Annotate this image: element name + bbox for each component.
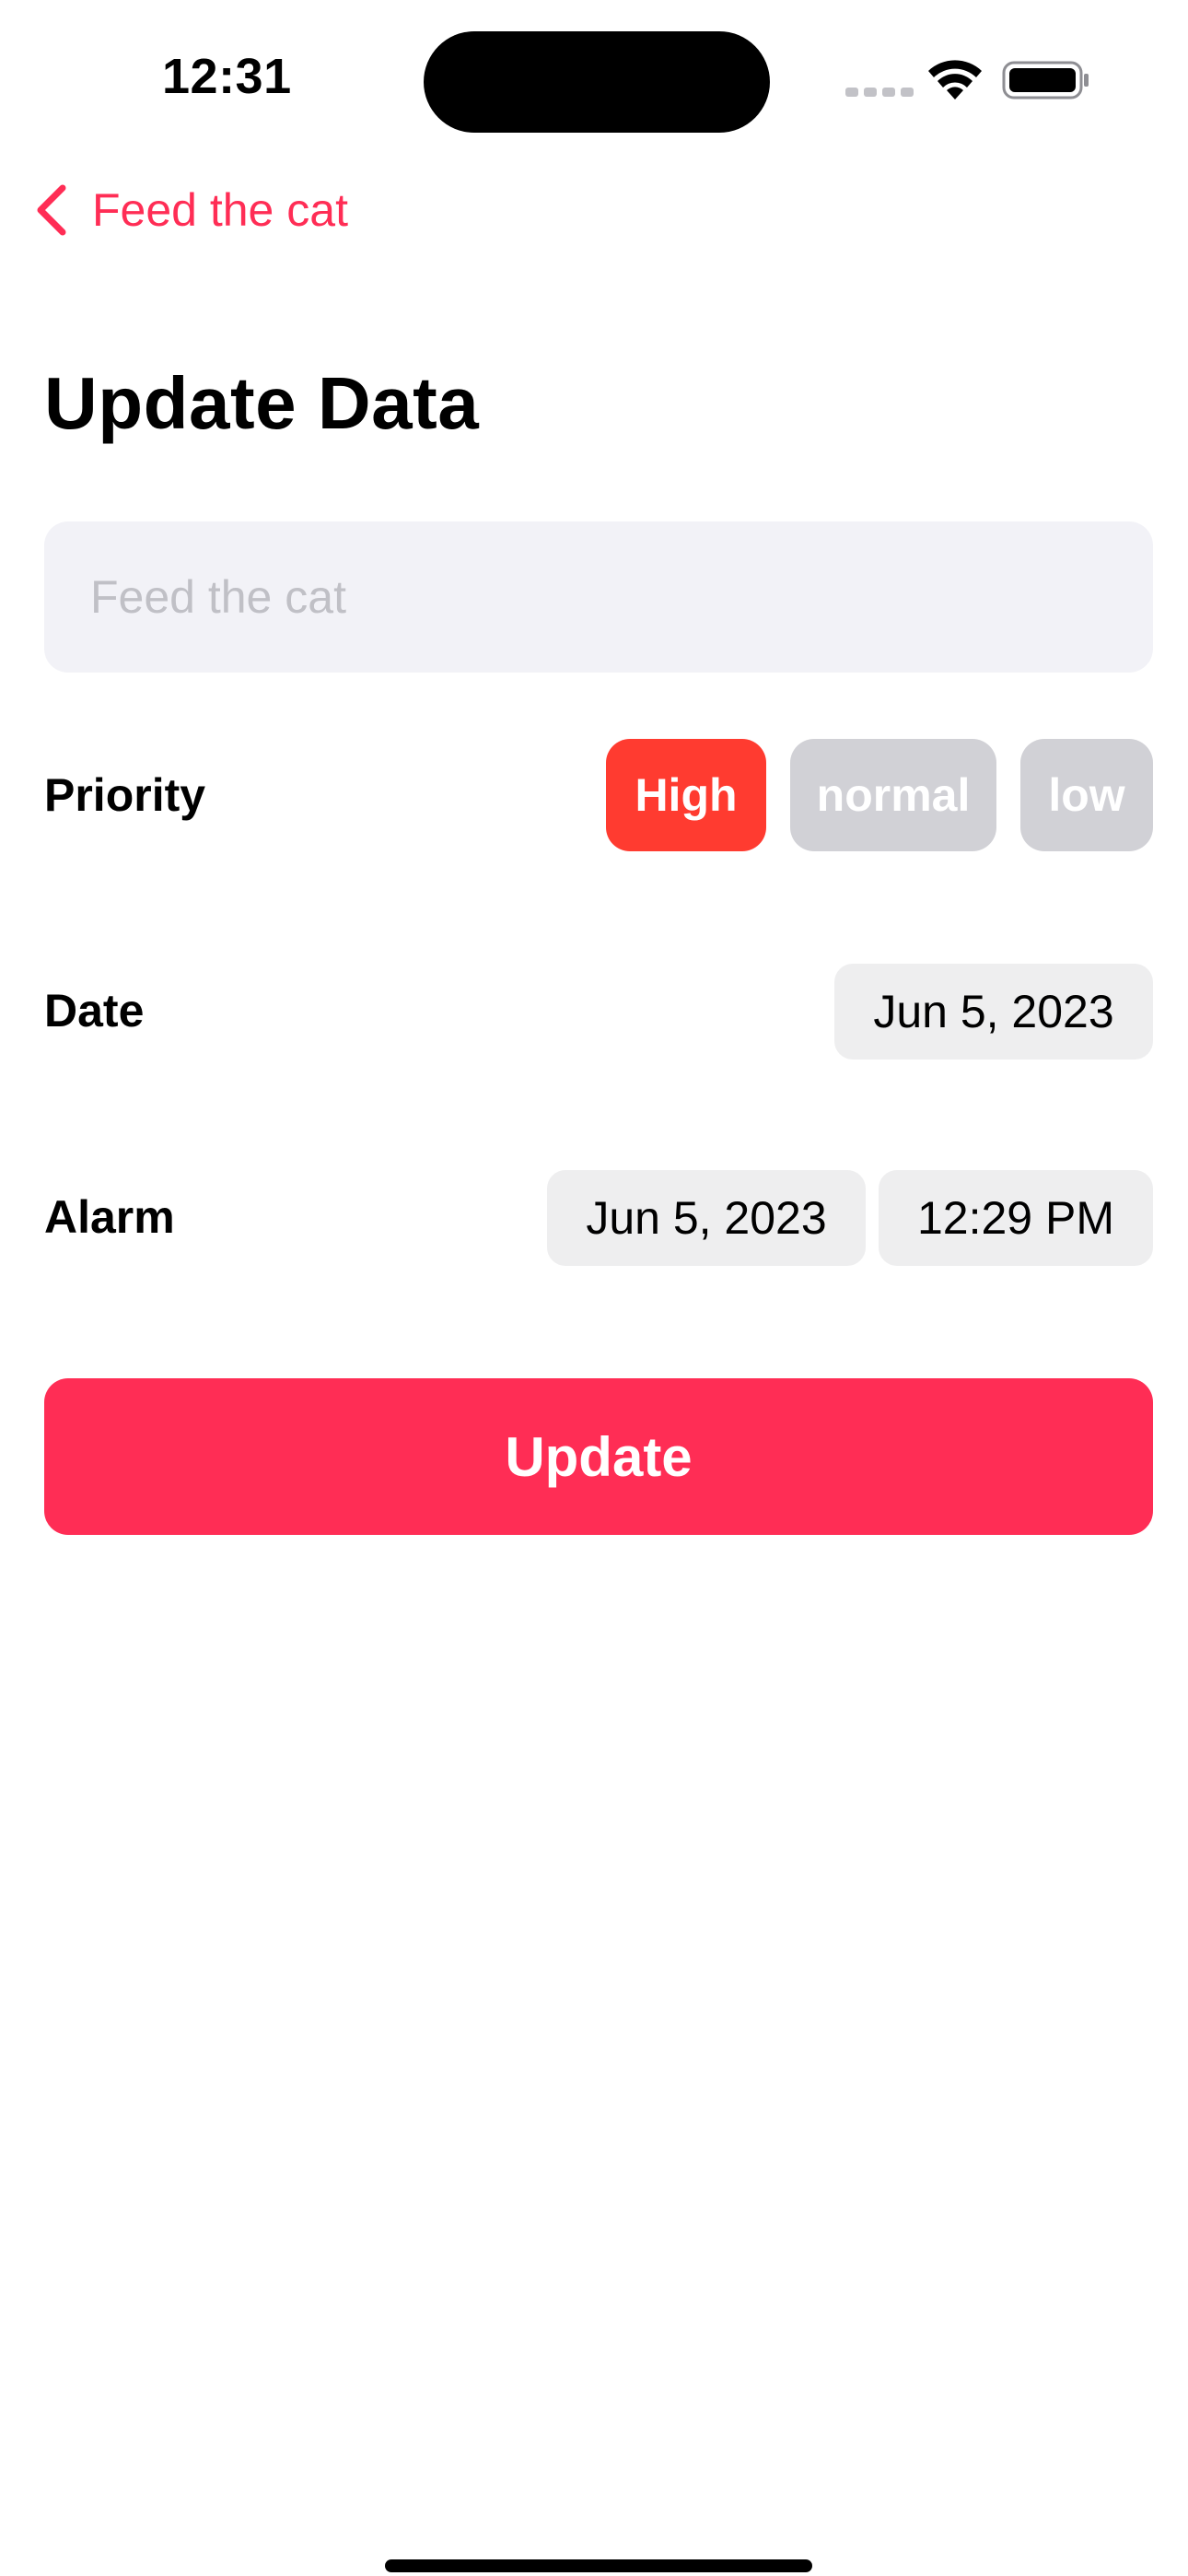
status-time: 12:31 <box>162 49 292 104</box>
alarm-label: Alarm <box>44 1191 175 1243</box>
update-button[interactable]: Update <box>44 1378 1153 1535</box>
alarm-date-picker-button[interactable]: Jun 5, 2023 <box>547 1170 866 1266</box>
cellular-signal-icon <box>845 88 914 97</box>
wifi-icon <box>928 60 982 100</box>
back-button[interactable]: Feed the cat <box>33 181 348 240</box>
priority-label: Priority <box>44 769 206 821</box>
back-button-label: Feed the cat <box>92 184 348 236</box>
page-title: Update Data <box>44 362 480 444</box>
task-title-input[interactable] <box>44 521 1153 673</box>
dynamic-island <box>424 31 770 133</box>
alarm-time-picker-button[interactable]: 12:29 PM <box>879 1170 1153 1266</box>
battery-icon <box>1002 61 1089 100</box>
priority-selector: High normal low <box>606 739 1153 851</box>
date-label: Date <box>44 985 145 1036</box>
chevron-left-icon <box>37 184 66 236</box>
date-picker-button[interactable]: Jun 5, 2023 <box>834 964 1153 1060</box>
priority-low-button[interactable]: low <box>1020 739 1153 851</box>
priority-normal-button[interactable]: normal <box>790 739 996 851</box>
priority-high-button[interactable]: High <box>606 739 766 851</box>
status-bar: 12:31 <box>0 0 1188 157</box>
home-indicator <box>385 2559 812 2572</box>
